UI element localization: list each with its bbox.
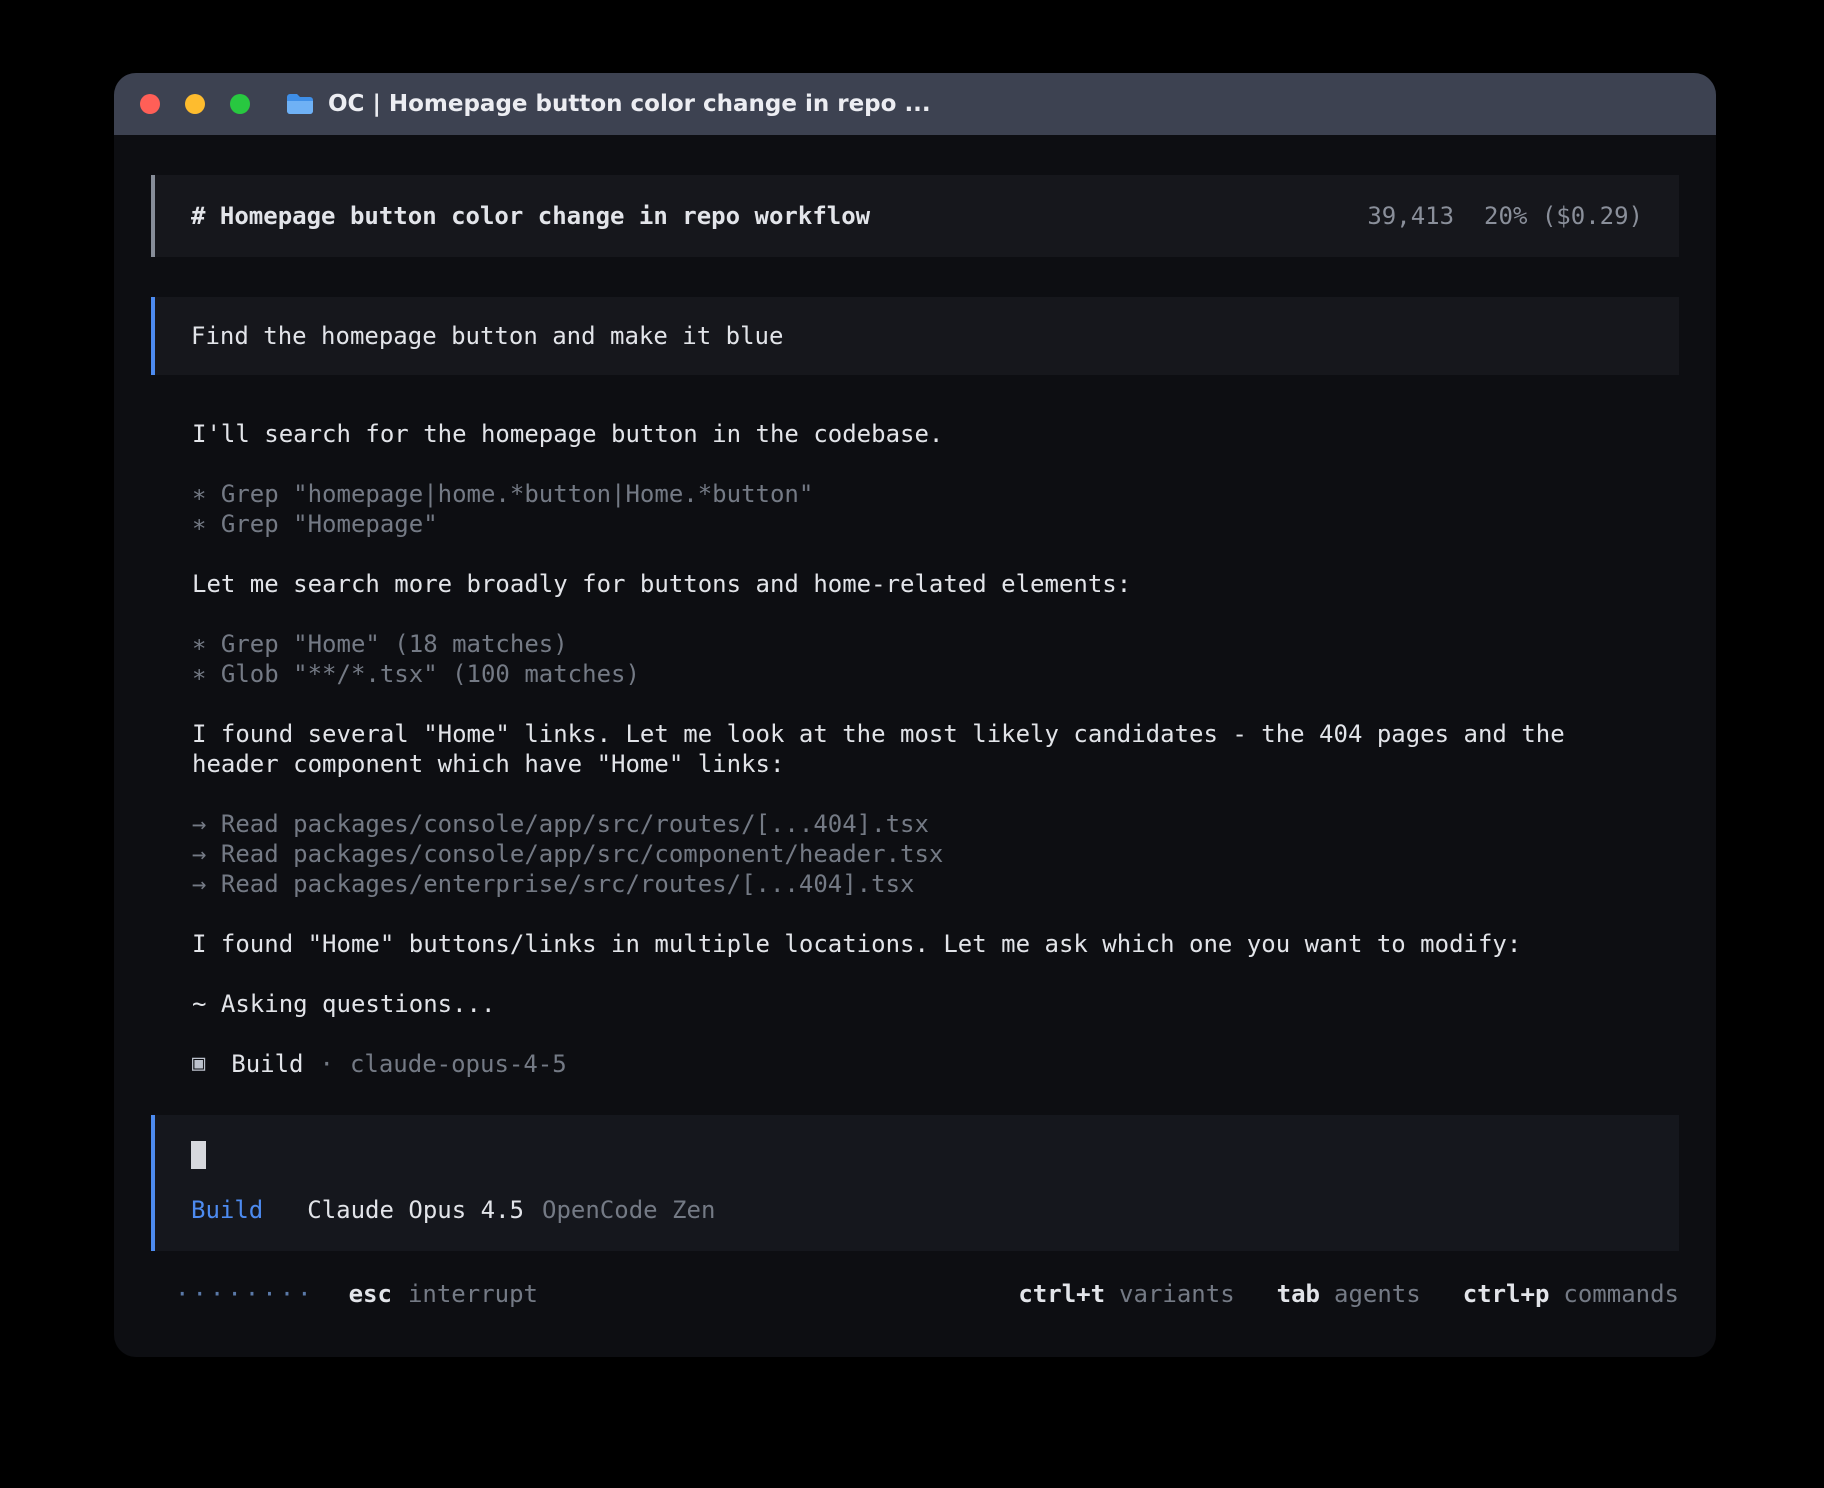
shortcut-label: commands [1563,1279,1679,1309]
close-button[interactable] [140,94,160,114]
fullscreen-button[interactable] [230,94,250,114]
shortcut-label: variants [1119,1279,1235,1309]
status-right: ctrl+t variants tab agents ctrl+p comman… [1018,1279,1679,1309]
context-usage: 20% ($0.29) [1484,201,1643,231]
tool-call-grep: ∗ Grep "Home" (18 matches) [192,629,1679,659]
shortcut-commands: ctrl+p commands [1463,1279,1679,1309]
agent-name: Build [231,1049,303,1079]
session-header: # Homepage button color change in repo w… [151,175,1679,257]
input-provider-label: OpenCode Zen [542,1195,715,1225]
assistant-text: I found "Home" buttons/links in multiple… [192,929,1679,959]
agent-indicator: ▣ Build · claude-opus-4-5 [192,1049,1679,1079]
tool-call-grep: ∗ Grep "homepage|home.*button|Home.*butt… [192,479,1679,509]
shortcut-label: agents [1334,1279,1421,1309]
shortcut-key: ctrl+p [1463,1279,1550,1309]
agent-separator: · [320,1049,334,1079]
status-left: ········ esc interrupt [175,1279,538,1309]
minimize-button[interactable] [185,94,205,114]
user-message: Find the homepage button and make it blu… [151,297,1679,375]
tool-call-read: → Read packages/console/app/src/componen… [192,839,1679,869]
input-agent-label: Build [191,1195,263,1225]
tool-call-glob: ∗ Glob "**/*.tsx" (100 matches) [192,659,1679,689]
agent-icon: ▣ [192,1049,205,1079]
status-message: ~ Asking questions... [192,989,1679,1019]
shortcut-key: tab [1277,1279,1320,1309]
tool-call-read: → Read packages/console/app/src/routes/[… [192,809,1679,839]
shortcut-variants: ctrl+t variants [1018,1279,1234,1309]
terminal-window: OC | Homepage button color change in rep… [114,73,1716,1357]
input-meta-row: Build Claude Opus 4.5 OpenCode Zen [191,1195,1643,1225]
spinner-dots: ········ [175,1279,315,1309]
session-stats: 39,413 20% ($0.29) [1367,201,1643,231]
window-controls [140,94,250,114]
agent-model: claude-opus-4-5 [350,1049,567,1079]
esc-key-label: interrupt [408,1279,538,1309]
assistant-text: I found several "Home" links. Let me loo… [192,719,1612,779]
assistant-text: Let me search more broadly for buttons a… [192,569,1679,599]
text-cursor [191,1141,206,1169]
session-title: # Homepage button color change in repo w… [191,201,870,231]
tool-call-read: → Read packages/enterprise/src/routes/[.… [192,869,1679,899]
esc-key-hint: esc [349,1279,392,1309]
prompt-input[interactable]: Build Claude Opus 4.5 OpenCode Zen [151,1115,1679,1251]
window-title: OC | Homepage button color change in rep… [328,91,931,117]
tool-call-grep: ∗ Grep "Homepage" [192,509,1679,539]
shortcut-agents: tab agents [1277,1279,1421,1309]
terminal-content: # Homepage button color change in repo w… [114,135,1716,1309]
token-count: 39,413 [1367,201,1454,231]
shortcut-key: ctrl+t [1018,1279,1105,1309]
assistant-response: I'll search for the homepage button in t… [151,419,1679,1079]
input-model-label: Claude Opus 4.5 [307,1195,524,1225]
user-message-text: Find the homepage button and make it blu… [191,322,783,350]
status-bar: ········ esc interrupt ctrl+t variants t… [151,1279,1679,1309]
titlebar[interactable]: OC | Homepage button color change in rep… [114,73,1716,135]
folder-icon [286,92,314,116]
assistant-text: I'll search for the homepage button in t… [192,419,1679,449]
